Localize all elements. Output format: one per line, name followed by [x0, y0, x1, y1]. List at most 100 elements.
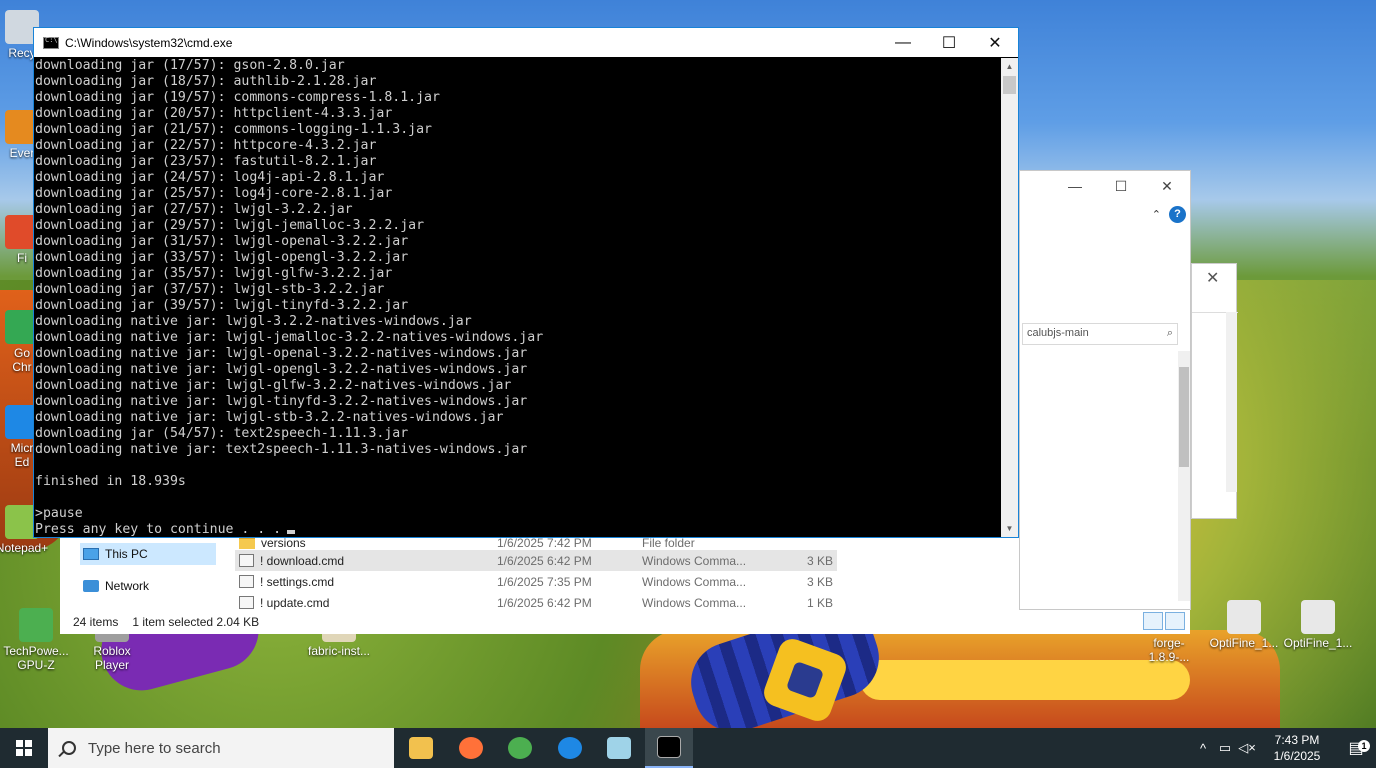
console-line: downloading jar (22/57): httpcore-4.3.2.…	[35, 138, 377, 153]
file-row[interactable]: ! download.cmd 1/6/2025 6:42 PM Windows Co…	[235, 550, 837, 571]
tray-chevron-icon[interactable]: ^	[1192, 741, 1214, 756]
maximize-button[interactable]: ☐	[1098, 171, 1144, 201]
minimize-button[interactable]: —	[1052, 171, 1098, 201]
search-input[interactable]: calubjs-main ⌕	[1022, 323, 1178, 345]
cmd-app-icon	[43, 36, 59, 49]
vertical-scrollbar[interactable]	[1178, 351, 1190, 601]
close-button[interactable]: ✕	[1206, 268, 1219, 288]
shortcut-icon	[19, 608, 53, 642]
console-line: downloading jar (29/57): lwjgl-jemalloc-…	[35, 218, 425, 233]
close-button[interactable]: ✕	[972, 28, 1018, 57]
close-button[interactable]: ✕	[1144, 171, 1190, 201]
help-icon[interactable]: ?	[1169, 205, 1186, 223]
action-center-button[interactable]: ▤ 1	[1336, 738, 1376, 758]
tiles-view-button[interactable]	[1165, 612, 1185, 630]
desktop-icon-label: Notepad+	[0, 541, 49, 555]
firefox-icon	[458, 737, 483, 759]
file-type: Windows Comma...	[642, 553, 747, 568]
vertical-scrollbar[interactable]	[1226, 312, 1237, 492]
nav-label: This PC	[105, 547, 148, 561]
volume-muted-icon[interactable]: ◁×	[1236, 740, 1258, 756]
console-line: downloading native jar: lwjgl-tinyfd-3.2…	[35, 394, 528, 409]
cmd-file-icon	[239, 596, 254, 609]
explorer-window: — ☐ ✕ ⌃ ? calubjs-main ⌕	[1019, 170, 1191, 610]
file-date: 1/6/2025 6:42 PM	[497, 595, 592, 610]
windows-logo-icon	[16, 740, 32, 756]
explorer-status-bar: 24 items 1 item selected 2.04 KB	[73, 615, 259, 629]
console-line: downloading jar (24/57): log4j-api-2.8.1…	[35, 170, 385, 185]
console-line: downloading jar (19/57): commons-compres…	[35, 90, 440, 105]
console-line: downloading native jar: text2speech-1.11…	[35, 442, 528, 457]
console-line: downloading native jar: lwjgl-opengl-3.2…	[35, 362, 528, 377]
system-tray: ^ ▭ ◁× 7:43 PM 1/6/2025 ▤ 1	[1192, 728, 1376, 768]
cmd-file-icon	[239, 575, 254, 588]
wallpaper-shape	[860, 660, 1190, 700]
nav-network[interactable]: Network	[80, 575, 149, 597]
console-line: downloading jar (25/57): log4j-core-2.8.…	[35, 186, 393, 201]
desktop-icon-label: OptiFine_1...	[1283, 636, 1353, 650]
cmd-window[interactable]: C:\Windows\system32\cmd.exe — ☐ ✕ downlo…	[33, 27, 1019, 538]
minimize-button[interactable]: —	[880, 28, 926, 57]
file-type: Windows Comma...	[642, 574, 747, 589]
network-icon	[83, 580, 99, 592]
console-line: downloading jar (39/57): lwjgl-tinyfd-3.…	[35, 298, 409, 313]
network-status-icon[interactable]: ▭	[1214, 740, 1236, 756]
scroll-up-icon[interactable]: ▲	[1001, 58, 1018, 75]
scroll-down-icon[interactable]: ▼	[1001, 520, 1018, 537]
clock-date: 1/6/2025	[1273, 749, 1321, 763]
console-line: downloading jar (23/57): fastutil-8.2.1.…	[35, 154, 377, 169]
console-output[interactable]: downloading jar (17/57): gson-2.8.0.jar d…	[34, 58, 1002, 537]
scroll-thumb[interactable]	[1003, 76, 1016, 94]
vertical-scrollbar[interactable]: ▲ ▼	[1001, 58, 1018, 537]
window-title: C:\Windows\system32\cmd.exe	[65, 35, 233, 50]
console-line: downloading jar (17/57): gson-2.8.0.jar	[35, 58, 345, 73]
file-name: ! settings.cmd	[260, 574, 335, 589]
taskbar-app[interactable]	[397, 728, 445, 768]
console-line: downloading jar (31/57): lwjgl-openal-3.…	[35, 234, 409, 249]
file-row[interactable]: ! settings.cmd 1/6/2025 7:35 PM Windows Co…	[235, 571, 837, 592]
desktop-icon[interactable]: OptiFine_1...	[1208, 600, 1280, 650]
view-toggle	[1143, 612, 1185, 630]
file-size: 3 KB	[806, 553, 833, 568]
file-row[interactable]: ! update.cmd 1/6/2025 6:42 PM Windows Comm…	[235, 592, 837, 613]
folder-icon	[239, 536, 255, 549]
console-line: downloading jar (37/57): lwjgl-stb-3.2.2…	[35, 282, 385, 297]
chrome-icon	[508, 737, 532, 759]
search-value: calubjs-main	[1027, 327, 1089, 339]
console-line: >pause	[35, 506, 83, 521]
file-name: ! download.cmd	[260, 553, 345, 568]
title-bar[interactable]: C:\Windows\system32\cmd.exe — ☐ ✕	[34, 28, 1018, 57]
file-size: 1 KB	[806, 595, 833, 610]
file-date: 1/6/2025 7:35 PM	[497, 574, 592, 589]
desktop-icon-label: fabric-inst...	[307, 644, 370, 658]
console-line: downloading native jar: lwjgl-stb-3.2.2-…	[35, 410, 504, 425]
console-line: downloading native jar: lwjgl-glfw-3.2.2…	[35, 378, 512, 393]
desktop-icon[interactable]: OptiFine_1...	[1282, 600, 1354, 650]
console-line: downloading jar (18/57): authlib-2.1.28.…	[35, 74, 377, 89]
taskbar-app[interactable]	[595, 728, 643, 768]
console-line: downloading jar (21/57): commons-logging…	[35, 122, 432, 137]
expand-ribbon-button[interactable]: ⌃	[1152, 208, 1161, 221]
nav-this-pc[interactable]: This PC	[80, 543, 216, 565]
computer-icon	[83, 548, 99, 560]
desktop-icon-label: forge-1.8.9-...	[1148, 636, 1190, 664]
console-line: downloading jar (35/57): lwjgl-glfw-3.2.…	[35, 266, 393, 281]
taskbar-app[interactable]	[496, 728, 544, 768]
notepad-icon	[607, 737, 631, 759]
console-line: downloading native jar: lwjgl-openal-3.2…	[35, 346, 528, 361]
start-button[interactable]	[0, 728, 48, 768]
console-line: downloading native jar: lwjgl-jemalloc-3…	[35, 330, 544, 345]
taskbar-search-box[interactable]: Type here to search	[48, 728, 394, 768]
maximize-button[interactable]: ☐	[926, 28, 972, 57]
taskbar: Type here to search ^ ▭ ◁× 7:43 PM 1/6/2…	[0, 728, 1376, 768]
details-view-button[interactable]	[1143, 612, 1163, 630]
taskbar-app[interactable]	[546, 728, 594, 768]
clock[interactable]: 7:43 PM 1/6/2025	[1266, 732, 1328, 764]
nav-label: Network	[105, 579, 150, 593]
taskbar-app[interactable]	[447, 728, 495, 768]
item-count: 24 items	[73, 615, 119, 629]
console-line: downloading jar (27/57): lwjgl-3.2.2.jar	[35, 202, 353, 217]
taskbar-app[interactable]	[644, 728, 693, 768]
clock-time: 7:43 PM	[1274, 733, 1320, 747]
search-icon: ⌕	[1166, 327, 1173, 339]
